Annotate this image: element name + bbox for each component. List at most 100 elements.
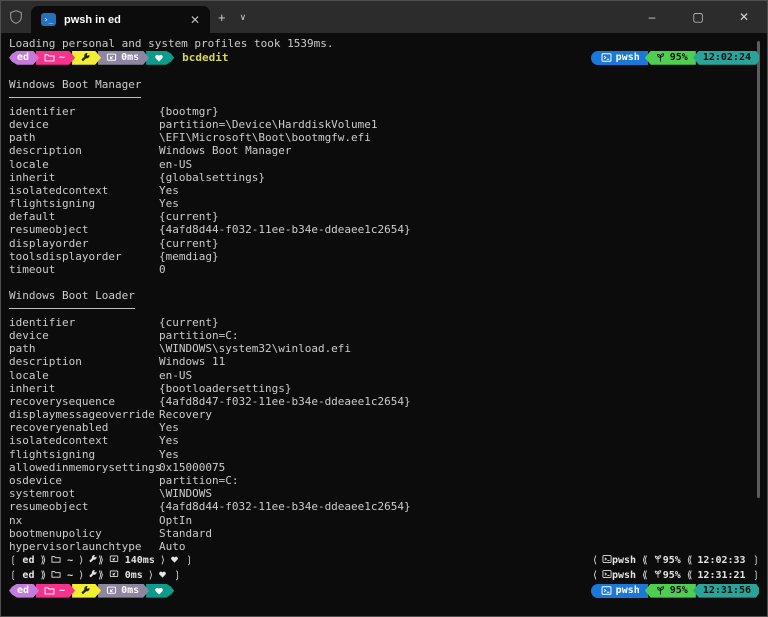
shell-segment: pwsh bbox=[591, 51, 648, 65]
section-boot-loader: Windows Boot Loader identifier {current}… bbox=[9, 289, 759, 553]
bcd-value: \EFI\Microsoft\Boot\bootmgfw.efi bbox=[159, 131, 371, 144]
titlebar[interactable]: ›_ pwsh in ed ✕ + ∨ – ▢ ✕ bbox=[1, 1, 767, 33]
bcd-row: hypervisorlaunchtype Auto bbox=[9, 540, 759, 553]
bcd-key: device bbox=[9, 329, 159, 342]
battery-segment: 95% bbox=[645, 584, 696, 598]
bcd-value: {memdiag} bbox=[159, 250, 219, 263]
duration-icon bbox=[109, 554, 119, 564]
bcd-key: allowedinmemorysettings bbox=[9, 461, 159, 474]
cwd-segment: ~ bbox=[36, 51, 75, 65]
history-prompt-2: ❲ ed ⟫ ~ ⟩ ⟫ 0ms ⟩ ❳ ⟨ pwsh ⟪ 95% ⟪ 12:3… bbox=[9, 568, 759, 583]
command-text: bcdedit bbox=[182, 51, 228, 64]
terminal-icon bbox=[602, 569, 612, 579]
heart-icon bbox=[158, 570, 167, 579]
status-heart-segment bbox=[146, 51, 174, 65]
tab-pwsh[interactable]: ›_ pwsh in ed ✕ bbox=[31, 6, 210, 33]
bcd-key: identifier bbox=[9, 316, 159, 329]
bcd-key: flightsigning bbox=[9, 448, 159, 461]
terminal-content[interactable]: Loading personal and system profiles too… bbox=[1, 33, 767, 598]
window-controls: – ▢ ✕ bbox=[629, 1, 767, 33]
folder-icon bbox=[51, 554, 61, 564]
shell-segment: pwsh bbox=[591, 584, 648, 598]
bcd-row: nx OptIn bbox=[9, 514, 759, 527]
duration-icon bbox=[109, 569, 119, 579]
prompt-left: ed ~ 0ms bbox=[9, 584, 174, 598]
terminal-icon bbox=[601, 52, 612, 63]
bcd-key: inherit bbox=[9, 171, 159, 184]
bcd-key: locale bbox=[9, 369, 159, 382]
heart-icon bbox=[170, 555, 179, 564]
bcd-value: 0x15000075 bbox=[159, 461, 225, 474]
bcd-key: path bbox=[9, 342, 159, 355]
bcd-row: device partition=C: bbox=[9, 329, 759, 342]
duration-segment: 0ms bbox=[98, 584, 149, 598]
minimize-button[interactable]: – bbox=[629, 1, 675, 33]
bcd-row: allowedinmemorysettings 0x15000075 bbox=[9, 461, 759, 474]
prompt-right: ⟨ pwsh ⟪ 95% ⟪ 12:02:33 ❳ bbox=[593, 554, 759, 567]
bcd-value: en-US bbox=[159, 369, 192, 382]
bcd-row: osdevice partition=C: bbox=[9, 474, 759, 487]
bcd-row: inherit {bootloadersettings} bbox=[9, 382, 759, 395]
bcd-row: bootmenupolicy Standard bbox=[9, 527, 759, 540]
bcd-row: device partition=\Device\HarddiskVolume1 bbox=[9, 118, 759, 131]
user-segment: ed bbox=[9, 584, 39, 598]
folder-icon bbox=[44, 52, 55, 63]
bcd-key: timeout bbox=[9, 263, 159, 276]
bcd-key: default bbox=[9, 210, 159, 223]
bcd-key: locale bbox=[9, 158, 159, 171]
tab-dropdown-icon[interactable]: ∨ bbox=[234, 10, 253, 25]
plant-icon bbox=[655, 585, 666, 596]
bcd-key: bootmenupolicy bbox=[9, 527, 159, 540]
prompt-line: ed ~ 0ms bcdedit pwsh 95% 12:02:24 bbox=[9, 50, 759, 65]
prompt-left: ❲ ed ⟫ ~ ⟩ ⟫ 0ms ⟩ ❳ bbox=[9, 569, 180, 582]
tab-close-icon[interactable]: ✕ bbox=[186, 13, 204, 27]
bcd-row: timeout 0 bbox=[9, 263, 759, 276]
battery-segment: 95% bbox=[645, 51, 696, 65]
bcd-value: Recovery bbox=[159, 408, 212, 421]
terminal-icon bbox=[601, 585, 612, 596]
bcd-row: resumeobject {4afd8d44-f032-11ee-b34e-dd… bbox=[9, 223, 759, 236]
bcd-row: systemroot \WINDOWS bbox=[9, 487, 759, 500]
bcd-key: resumeobject bbox=[9, 223, 159, 236]
bcd-value: partition=C: bbox=[159, 474, 238, 487]
bcd-key: displayorder bbox=[9, 237, 159, 250]
bcd-key: identifier bbox=[9, 105, 159, 118]
bcd-key: osdevice bbox=[9, 474, 159, 487]
bcd-key: resumeobject bbox=[9, 500, 159, 513]
bcd-value: OptIn bbox=[159, 514, 192, 527]
bcd-value: {current} bbox=[159, 316, 219, 329]
terminal-window: ›_ pwsh in ed ✕ + ∨ – ▢ ✕ Loading person… bbox=[0, 0, 768, 617]
bcd-row: identifier {bootmgr} bbox=[9, 105, 759, 118]
bcd-row: inherit {globalsettings} bbox=[9, 171, 759, 184]
scrollbar-thumb[interactable] bbox=[757, 41, 760, 498]
bcd-value: {current} bbox=[159, 237, 219, 250]
bcd-value: {bootloadersettings} bbox=[159, 382, 291, 395]
tab-title: pwsh in ed bbox=[64, 14, 186, 26]
bcd-value: {globalsettings} bbox=[159, 171, 265, 184]
bcd-key: recoveryenabled bbox=[9, 421, 159, 434]
bcd-key: displaymessageoverride bbox=[9, 408, 159, 421]
wrench-icon bbox=[88, 569, 98, 579]
bcd-value: Auto bbox=[159, 540, 186, 553]
bcd-value: partition=C: bbox=[159, 329, 238, 342]
bcd-key: description bbox=[9, 144, 159, 157]
status-heart-segment bbox=[146, 584, 174, 598]
bcd-value: {current} bbox=[159, 210, 219, 223]
history-prompt-1: ❲ ed ⟫ ~ ⟩ ⟫ 140ms ⟩ ❳ ⟨ pwsh ⟪ 95% ⟪ 12… bbox=[9, 553, 759, 568]
bcd-row: displaymessageoverride Recovery bbox=[9, 408, 759, 421]
bcd-key: toolsdisplayorder bbox=[9, 250, 159, 263]
wrench-icon bbox=[80, 52, 91, 63]
bcd-row: displayorder {current} bbox=[9, 237, 759, 250]
bcd-key: isolatedcontext bbox=[9, 434, 159, 447]
user-segment: ed bbox=[9, 51, 39, 65]
cwd-segment: ~ bbox=[36, 584, 75, 598]
plant-icon bbox=[655, 52, 666, 63]
bcd-row: path \WINDOWS\system32\winload.efi bbox=[9, 342, 759, 355]
bcd-row: isolatedcontext Yes bbox=[9, 184, 759, 197]
terminal-icon bbox=[602, 554, 612, 564]
maximize-button[interactable]: ▢ bbox=[675, 1, 721, 33]
new-tab-button[interactable]: + bbox=[210, 8, 234, 27]
close-button[interactable]: ✕ bbox=[721, 1, 767, 33]
bcd-value: en-US bbox=[159, 158, 192, 171]
bcd-value: \WINDOWS\system32\winload.efi bbox=[159, 342, 351, 355]
